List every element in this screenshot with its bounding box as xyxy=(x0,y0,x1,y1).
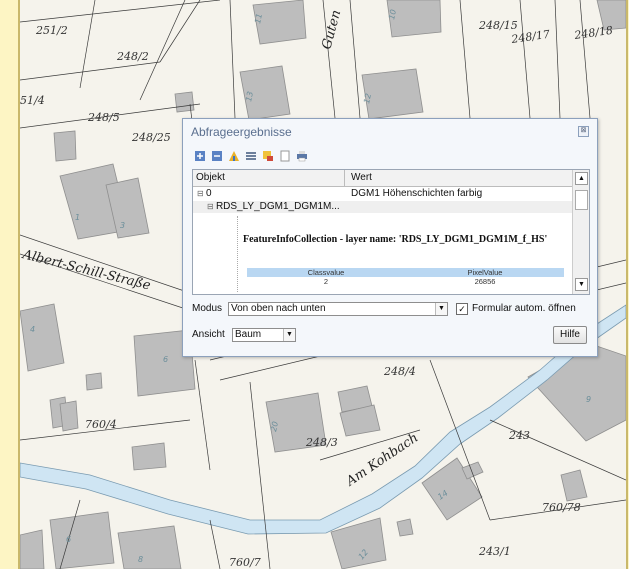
tree-node-label: 0 xyxy=(205,188,212,199)
parcel-label: 243/1 xyxy=(478,545,511,558)
classvalue-header: Classvalue xyxy=(307,268,345,277)
chevron-down-icon[interactable]: ▼ xyxy=(435,303,447,315)
auto-open-checkbox[interactable]: ✓ xyxy=(456,303,468,315)
scroll-up-icon[interactable]: ▲ xyxy=(575,172,588,185)
parcel-label: 248/15 xyxy=(478,19,518,32)
building xyxy=(59,400,79,432)
tree-guide-line xyxy=(237,216,239,292)
parcel-label: 248/5 xyxy=(87,111,120,124)
house-number: 1 xyxy=(75,213,80,222)
parcel-label: 248/2 xyxy=(116,50,149,63)
building xyxy=(131,442,167,471)
parcel-label: 248/3 xyxy=(305,436,338,449)
tree-row-value: DGM1 Höhenschichten farbig xyxy=(351,188,483,199)
modus-label: Modus xyxy=(192,303,223,314)
house-number: 4 xyxy=(30,325,35,334)
chevron-down-icon[interactable]: ▼ xyxy=(283,329,295,341)
collapse-all-icon[interactable] xyxy=(210,149,223,162)
parcel-label: 51/4 xyxy=(20,94,45,107)
list-icon[interactable] xyxy=(244,149,257,162)
tree-row[interactable]: ⊟ RDS_LY_DGM1_DGM1M... xyxy=(207,200,340,213)
highlight-icon[interactable] xyxy=(227,149,240,162)
print-icon[interactable] xyxy=(295,149,308,162)
parcel-label: 248/25 xyxy=(131,131,171,144)
house-number: 6 xyxy=(66,535,71,544)
export-icon[interactable] xyxy=(261,149,274,162)
pixelvalue-cell: 26856 xyxy=(474,277,496,286)
building xyxy=(53,130,77,162)
ansicht-select-value: Baum xyxy=(235,329,262,340)
feature-info-table-row: 2 26856 xyxy=(247,277,564,286)
modus-row: Modus Von oben nach unten ▼ ✓ Formular a… xyxy=(192,301,588,317)
vertical-scrollbar[interactable]: ▲ ▼ xyxy=(572,170,589,294)
classvalue-cell: 2 xyxy=(323,277,329,286)
building xyxy=(527,342,626,442)
pixelvalue-header: PixelValue xyxy=(467,268,503,277)
street-label: Guten xyxy=(319,8,344,51)
building xyxy=(20,529,45,569)
column-header-objekt[interactable]: Objekt xyxy=(193,170,345,186)
query-results-dialog[interactable]: Abfrageergebnisse ⊠ Objekt Wert ⊟ 0 DGM1… xyxy=(182,118,598,357)
close-icon[interactable]: ⊠ xyxy=(578,126,589,137)
modus-select[interactable]: Von oben nach unten ▼ xyxy=(228,302,448,316)
modus-select-value: Von oben nach unten xyxy=(231,303,326,314)
house-number: 8 xyxy=(138,555,143,564)
parcel-label: 248/18 xyxy=(573,24,614,42)
tree-node[interactable]: ⊟ 0 xyxy=(197,187,212,200)
building xyxy=(361,68,424,120)
building xyxy=(560,469,588,502)
parcel-label: 760/4 xyxy=(85,418,117,431)
building xyxy=(174,91,195,113)
feature-info-panel: FeatureInfoCollection - layer name: 'RDS… xyxy=(237,216,571,292)
building xyxy=(49,511,115,569)
house-number: 6 xyxy=(163,355,168,364)
parcel-label: 760/78 xyxy=(542,501,581,514)
house-number: 9 xyxy=(586,395,591,404)
column-header-wert[interactable]: Wert xyxy=(345,170,572,186)
ansicht-select[interactable]: Baum ▼ xyxy=(232,328,296,342)
grid-header: Objekt Wert xyxy=(193,170,572,187)
street-label: Albert-Schill-Straße xyxy=(20,247,152,294)
house-number: 3 xyxy=(120,221,125,230)
auto-open-label: Formular autom. öffnen xyxy=(472,303,576,314)
tree-row[interactable]: ⊟ 0 DGM1 Höhenschichten farbig xyxy=(193,187,572,200)
feature-info-table-header: Classvalue PixelValue xyxy=(247,268,564,277)
collapse-icon[interactable]: ⊟ xyxy=(207,202,216,211)
help-button[interactable]: Hilfe xyxy=(553,326,587,344)
parcel-label: 248/4 xyxy=(383,365,416,378)
scrollbar-thumb[interactable] xyxy=(575,190,588,210)
collapse-icon[interactable]: ⊟ xyxy=(197,189,206,198)
building xyxy=(85,372,103,391)
building xyxy=(117,525,182,569)
dialog-title: Abfrageergebnisse xyxy=(191,125,292,139)
toolbar xyxy=(193,149,308,163)
ansicht-row: Ansicht Baum ▼ Hilfe xyxy=(192,325,588,345)
results-grid[interactable]: Objekt Wert ⊟ 0 DGM1 Höhenschichten farb… xyxy=(192,169,590,295)
ansicht-label: Ansicht xyxy=(192,329,225,340)
expand-all-icon[interactable] xyxy=(193,149,206,162)
document-icon[interactable] xyxy=(278,149,291,162)
scroll-down-icon[interactable]: ▼ xyxy=(575,278,588,291)
building xyxy=(20,303,65,372)
building xyxy=(396,518,414,537)
parcel-label: 760/7 xyxy=(229,556,261,569)
parcel-label: 243 xyxy=(508,429,530,442)
parcel-label: 251/2 xyxy=(35,24,68,37)
tree-node-label: RDS_LY_DGM1_DGM1M... xyxy=(215,201,340,212)
feature-info-title: FeatureInfoCollection - layer name: 'RDS… xyxy=(243,234,548,245)
